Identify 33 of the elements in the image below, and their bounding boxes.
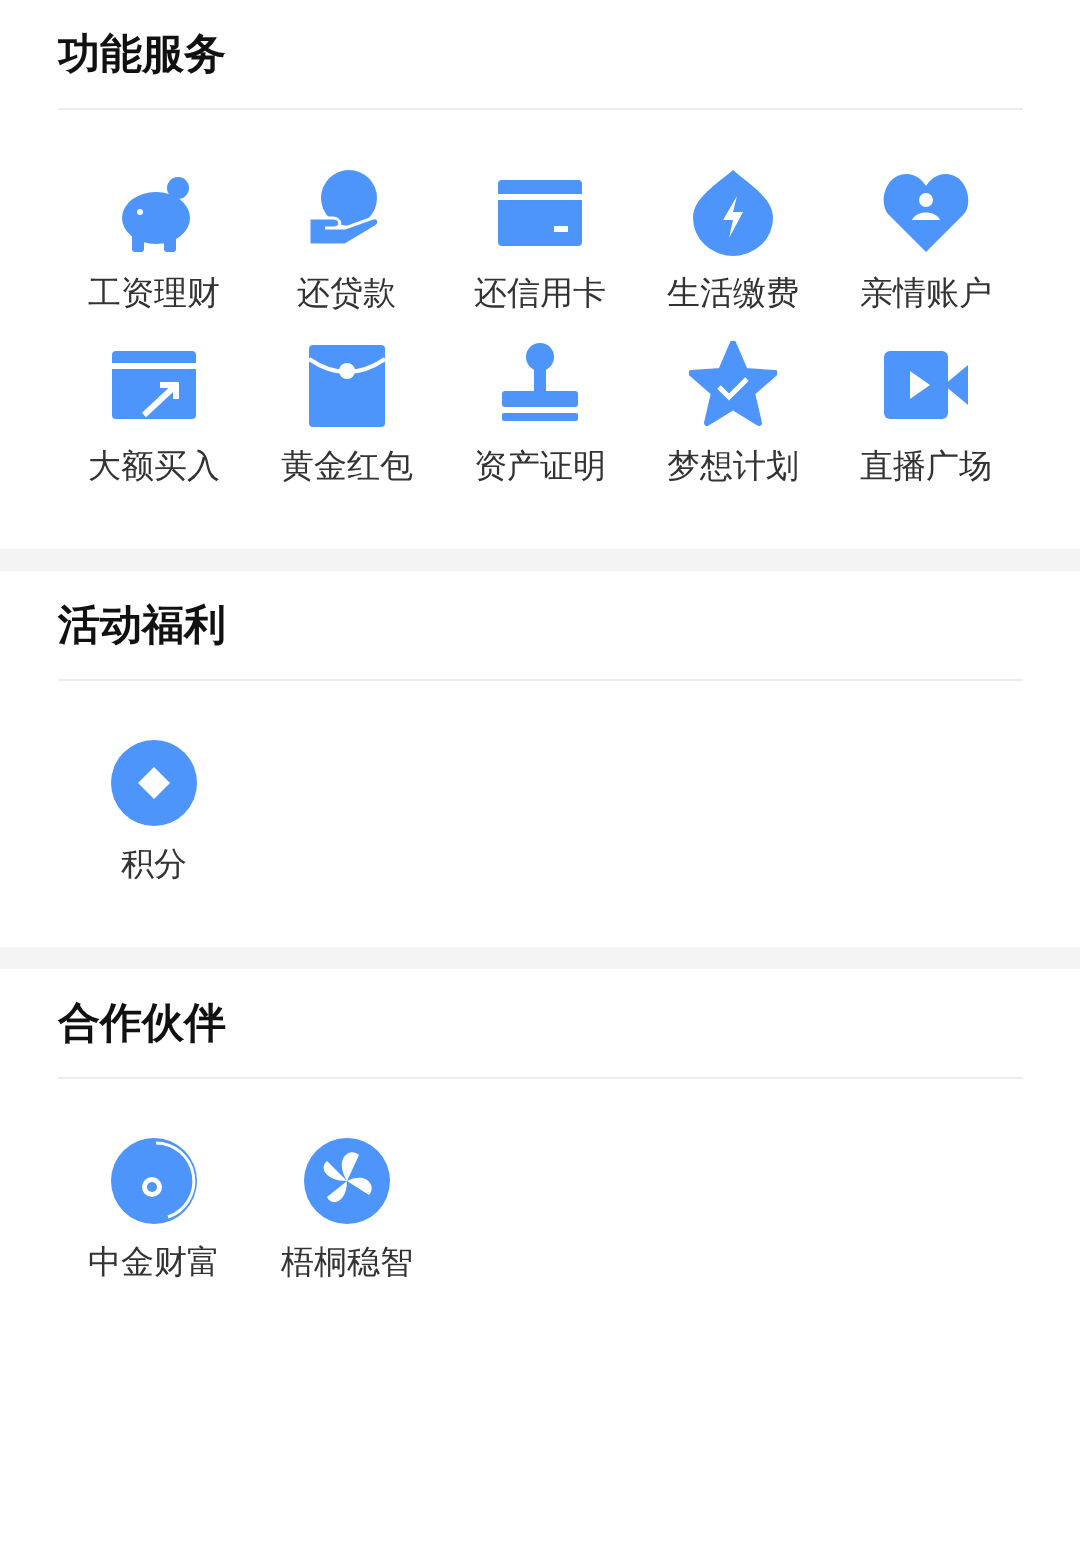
diamond-coin-icon	[109, 739, 198, 827]
swirl-logo-icon	[109, 1137, 198, 1225]
service-tile[interactable]: 黄金红包	[250, 341, 443, 487]
service-label: 生活缴费	[666, 272, 799, 314]
service-tile[interactable]: 直播广场	[829, 341, 1022, 487]
service-tile[interactable]: 积分	[57, 739, 250, 885]
service-label: 中金财富	[87, 1241, 220, 1283]
service-label: 亲情账户	[859, 272, 992, 314]
service-label: 积分	[120, 843, 187, 885]
section-title: 合作伙伴	[57, 997, 227, 1049]
star-check-icon	[688, 341, 777, 429]
service-label: 还贷款	[297, 272, 396, 314]
service-tile[interactable]: 还贷款	[250, 168, 443, 314]
service-tile[interactable]: 生活缴费	[636, 168, 829, 314]
service-label: 大额买入	[87, 445, 220, 487]
service-label: 直播广场	[859, 445, 992, 487]
pinwheel-logo-icon	[302, 1137, 391, 1225]
service-label: 黄金红包	[280, 445, 413, 487]
service-tile[interactable]: 工资理财	[57, 168, 250, 314]
service-tile[interactable]: 大额买入	[57, 341, 250, 487]
service-tile[interactable]: 梦想计划	[636, 341, 829, 487]
service-label: 梦想计划	[666, 445, 799, 487]
service-label: 工资理财	[87, 272, 220, 314]
service-tile[interactable]: 资产证明	[443, 341, 636, 487]
service-tile[interactable]: 中金财富	[57, 1137, 250, 1283]
service-tile[interactable]: 亲情账户	[829, 168, 1022, 314]
section-title: 功能服务	[57, 28, 227, 80]
service-tile[interactable]: 还信用卡	[443, 168, 636, 314]
service-label: 梧桐稳智	[280, 1241, 413, 1283]
service-tile[interactable]: 梧桐稳智	[250, 1137, 443, 1283]
section-title: 活动福利	[57, 599, 227, 651]
service-label: 资产证明	[473, 445, 606, 487]
service-label: 还信用卡	[473, 272, 606, 314]
